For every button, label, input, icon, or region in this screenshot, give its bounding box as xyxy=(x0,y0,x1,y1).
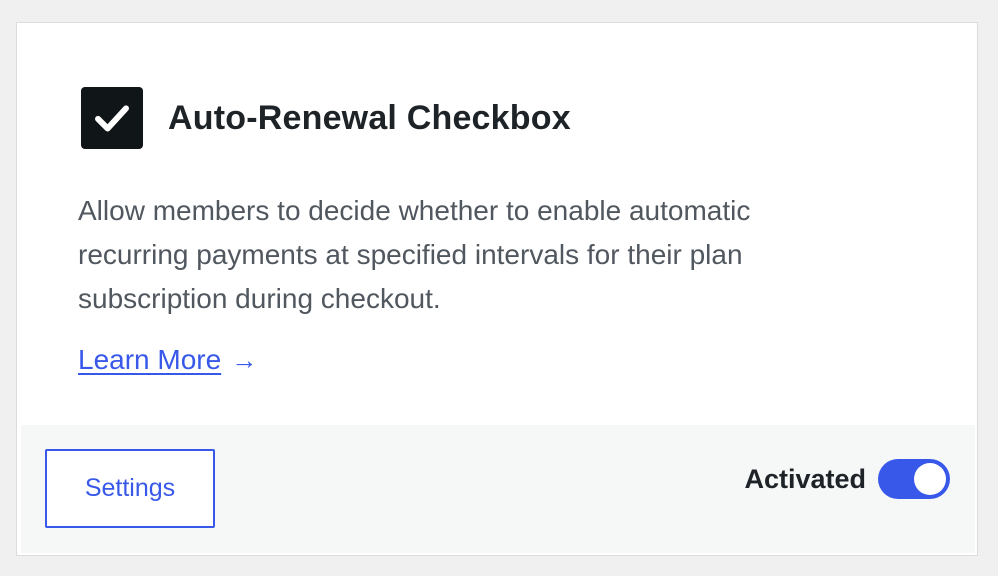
learn-more-label[interactable]: Learn More xyxy=(78,340,221,380)
status-group: Activated xyxy=(744,459,950,499)
card-title: Auto-Renewal Checkbox xyxy=(168,98,571,137)
card-header: Auto-Renewal Checkbox xyxy=(81,87,571,149)
status-label: Activated xyxy=(744,463,866,494)
card-description: Allow members to decide whether to enabl… xyxy=(78,195,751,314)
addon-card: Auto-Renewal Checkbox Allow members to d… xyxy=(16,22,978,556)
learn-more-link[interactable]: Learn More → xyxy=(78,340,257,380)
activation-toggle[interactable] xyxy=(878,459,950,499)
checkbox-checked-icon xyxy=(81,87,143,149)
settings-button[interactable]: Settings xyxy=(45,449,215,528)
toggle-knob xyxy=(914,463,946,495)
card-footer: Settings Activated xyxy=(21,425,975,553)
arrow-right-icon: → xyxy=(231,345,258,375)
